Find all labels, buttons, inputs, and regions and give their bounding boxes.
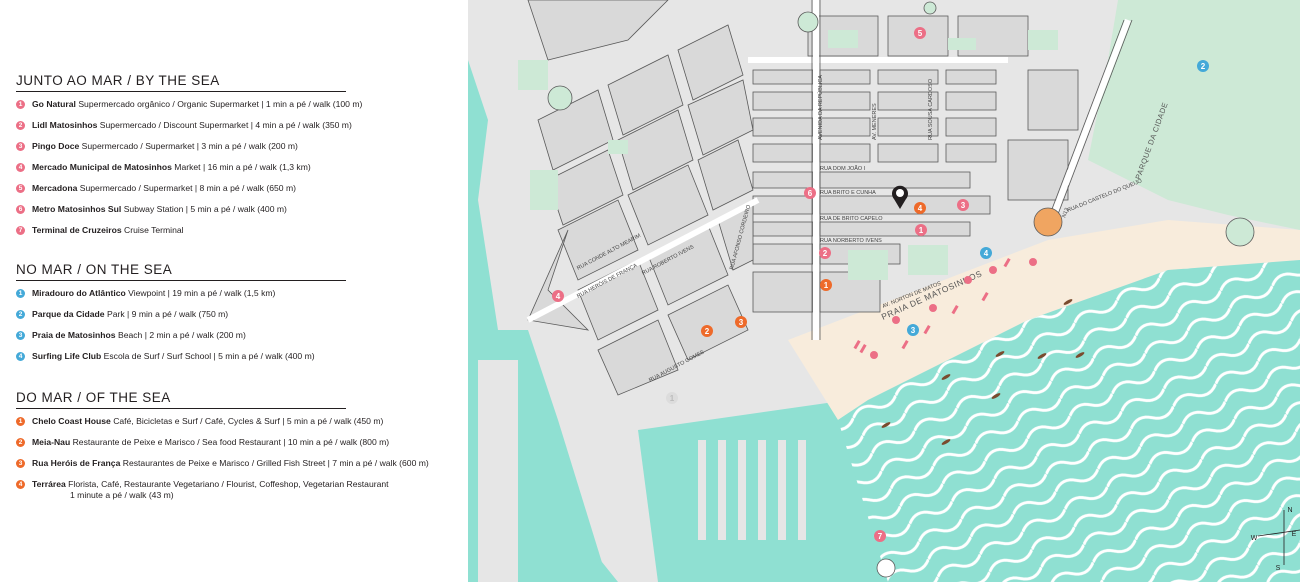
- map-canvas[interactable]: RUA DOM JOÃO I RUA BRITO E CUNHA RUA DE …: [468, 0, 1300, 582]
- marker-blue-4[interactable]: 4: [980, 247, 992, 259]
- orange-marker-icon: 1: [16, 417, 25, 426]
- pink-marker-icon: 3: [16, 142, 25, 151]
- pink-marker-icon: 7: [16, 226, 25, 235]
- marker-pink-3[interactable]: 3: [957, 199, 969, 211]
- marker-blue-2[interactable]: 2: [1197, 60, 1209, 72]
- section-title: JUNTO AO MAR / BY THE SEA: [16, 73, 346, 92]
- legend-item: 2 Meia-Nau Restaurante de Peixe e Marisco…: [16, 437, 389, 448]
- svg-text:2: 2: [823, 249, 828, 258]
- svg-text:W: W: [1251, 535, 1258, 542]
- legend-item: 4 Mercado Municipal de Matosinhos Market …: [16, 162, 346, 173]
- orange-marker-icon: 2: [16, 438, 25, 447]
- legend-item: 3 Praia de Matosinhos Beach | 2 min a pé …: [16, 330, 346, 341]
- street-label: RUA NORBERTO IVENS: [820, 238, 882, 244]
- legend-item: 2 Parque da Cidade Park | 9 min a pé / wa…: [16, 309, 346, 320]
- city-map[interactable]: RUA DOM JOÃO I RUA BRITO E CUNHA RUA DE …: [468, 0, 1300, 582]
- pink-marker-icon: 5: [16, 184, 25, 193]
- legend-item: 4 Terrárea Florista, Café, Restaurante Ve…: [16, 479, 389, 501]
- legend-section-on-the-sea: NO MAR / ON THE SEA 1 Miradouro do Atlânt…: [16, 262, 346, 362]
- street-label: RUA BRITO E CUNHA: [820, 190, 876, 196]
- svg-text:4: 4: [918, 204, 923, 213]
- marker-orange-3[interactable]: 3: [735, 316, 747, 328]
- orange-marker-icon: 4: [16, 480, 25, 489]
- map-legend: JUNTO AO MAR / BY THE SEA 1 Go Natural Su…: [0, 0, 468, 582]
- blue-marker-icon: 3: [16, 331, 25, 340]
- svg-text:5: 5: [918, 29, 923, 38]
- legend-item: 1 Miradouro do Atlântico Viewpoint | 19 m…: [16, 288, 346, 299]
- harbour-pier: [478, 360, 518, 582]
- marker-pink-2[interactable]: 2: [819, 247, 831, 259]
- svg-text:N: N: [1287, 507, 1292, 514]
- blue-marker-icon: 4: [16, 352, 25, 361]
- section-title: DO MAR / OF THE SEA: [16, 390, 346, 409]
- marker-orange-4[interactable]: 4: [914, 202, 926, 214]
- street-label: RUA DOM JOÃO I: [820, 165, 866, 172]
- legend-item: 1 Go Natural Supermercado orgânico / Orga…: [16, 99, 362, 110]
- orange-marker-icon: 3: [16, 459, 25, 468]
- legend-section-of-the-sea: DO MAR / OF THE SEA 1 Chelo Coast House C…: [16, 390, 429, 501]
- street-label: RUA SOUSA CARDOSO: [928, 78, 934, 140]
- svg-text:S: S: [1276, 565, 1281, 572]
- street-label: AV. MENERES: [872, 103, 878, 140]
- legend-item: 4 Surfing Life Club Escola de Surf / Surf…: [16, 351, 346, 362]
- svg-text:E: E: [1292, 531, 1297, 538]
- svg-text:3: 3: [961, 201, 966, 210]
- pink-marker-icon: 4: [16, 163, 25, 172]
- svg-text:4: 4: [984, 249, 989, 258]
- section-title: NO MAR / ON THE SEA: [16, 262, 346, 281]
- blue-marker-icon: 2: [16, 310, 25, 319]
- svg-text:1: 1: [919, 226, 924, 235]
- legend-section-by-the-sea: JUNTO AO MAR / BY THE SEA 1 Go Natural Su…: [16, 73, 362, 236]
- marker-pink-6[interactable]: 6: [804, 187, 816, 199]
- pink-marker-icon: 2: [16, 121, 25, 130]
- svg-text:6: 6: [808, 189, 813, 198]
- legend-item: 3 Pingo Doce Supermercado / Supermarket |…: [16, 141, 346, 152]
- svg-text:2: 2: [1201, 62, 1206, 71]
- marker-pink-5[interactable]: 5: [914, 27, 926, 39]
- marker-blue-1[interactable]: 1: [666, 392, 678, 404]
- marker-pink-7[interactable]: 7: [874, 530, 886, 542]
- svg-text:4: 4: [556, 292, 561, 301]
- legend-item: 2 Lidl Matosinhos Supermercado / Discount…: [16, 120, 352, 131]
- svg-text:3: 3: [911, 326, 916, 335]
- marker-pink-1[interactable]: 1: [915, 224, 927, 236]
- svg-text:1: 1: [824, 281, 829, 290]
- street-label: AVENIDA DA REPÚBLICA: [817, 75, 824, 140]
- legend-item: 7 Terminal de Cruzeiros Cruise Terminal: [16, 225, 346, 236]
- marker-pink-4[interactable]: 4: [552, 290, 564, 302]
- svg-text:1: 1: [670, 394, 675, 403]
- legend-item: 5 Mercadona Supermercado / Supermarket | …: [16, 183, 346, 194]
- pink-marker-icon: 1: [16, 100, 25, 109]
- marker-blue-3[interactable]: 3: [907, 324, 919, 336]
- legend-item: 6 Metro Matosinhos Sul Subway Station | 5…: [16, 204, 346, 215]
- svg-text:7: 7: [878, 532, 883, 541]
- blue-marker-icon: 1: [16, 289, 25, 298]
- legend-item: 3 Rua Heróis de França Restaurantes de Pe…: [16, 458, 429, 469]
- svg-text:3: 3: [739, 318, 744, 327]
- svg-text:2: 2: [705, 327, 710, 336]
- marker-orange-1[interactable]: 1: [820, 279, 832, 291]
- legend-item: 1 Chelo Coast House Café, Bicicletas e Su…: [16, 416, 383, 427]
- marker-orange-2[interactable]: 2: [701, 325, 713, 337]
- street-label: RUA DE BRITO CAPELO: [820, 216, 883, 222]
- pink-marker-icon: 6: [16, 205, 25, 214]
